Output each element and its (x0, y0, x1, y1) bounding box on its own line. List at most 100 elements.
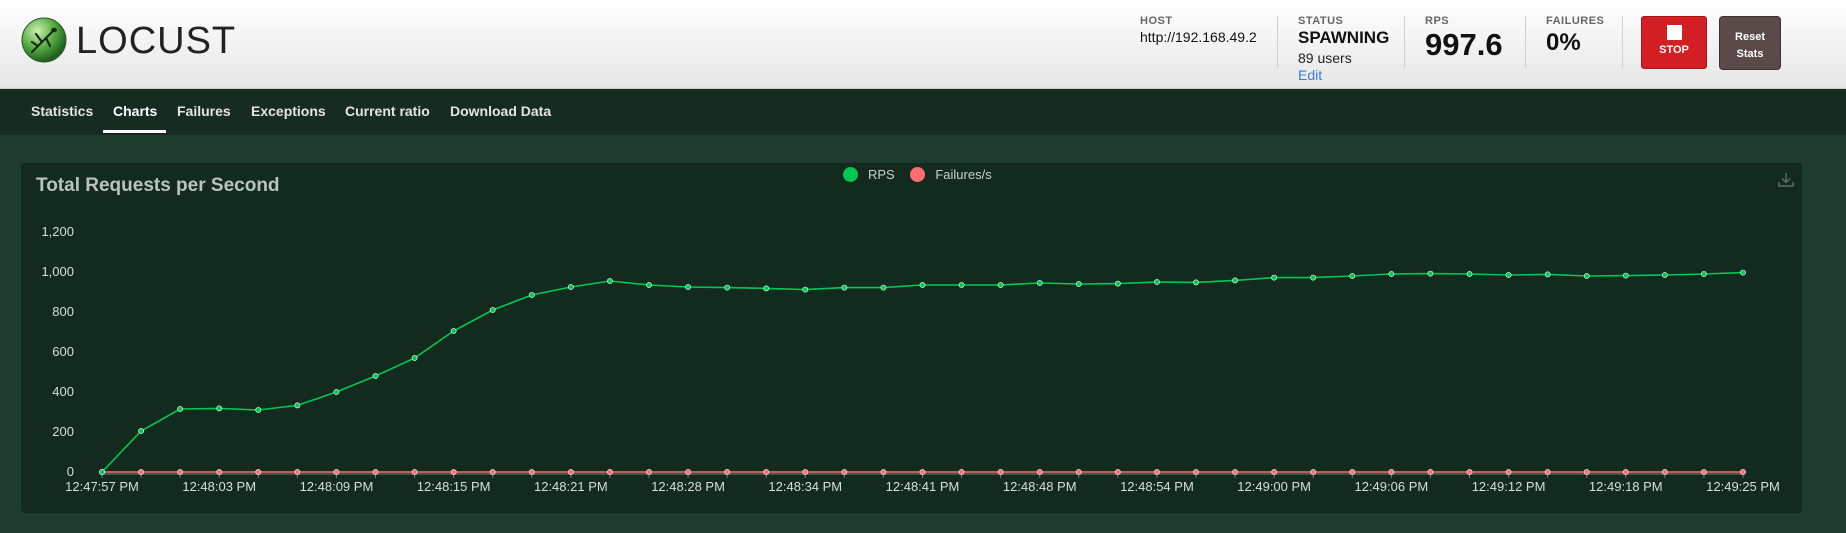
failures-data-point[interactable] (1036, 469, 1043, 475)
failures-data-point[interactable] (177, 469, 184, 475)
failures-data-point[interactable] (528, 469, 535, 475)
failures-data-point[interactable] (489, 469, 496, 475)
rps-data-point[interactable] (1232, 277, 1238, 284)
rps-data-point[interactable] (138, 428, 144, 434)
rps-data-point[interactable] (1310, 274, 1317, 281)
failures-data-point[interactable] (1193, 469, 1199, 475)
failures-data-point[interactable] (450, 469, 457, 475)
failures-data-point[interactable] (1427, 469, 1434, 475)
rps-data-point[interactable] (607, 278, 613, 284)
tab-charts[interactable]: Charts (113, 103, 157, 119)
x-tick-label: 12:48:34 PM (768, 479, 842, 494)
rps-data-point[interactable] (997, 282, 1004, 288)
failures-data-point[interactable] (1232, 469, 1238, 475)
edit-users-link[interactable]: Edit (1298, 67, 1389, 83)
failures-data-point[interactable] (1505, 469, 1512, 475)
rps-data-point[interactable] (1661, 272, 1668, 278)
rps-data-point[interactable] (255, 407, 262, 413)
failures-data-point[interactable] (255, 469, 262, 475)
rps-data-point[interactable] (450, 328, 457, 334)
failures-data-point[interactable] (1075, 469, 1082, 475)
rps-data-point[interactable] (724, 284, 731, 291)
failures-data-point[interactable] (372, 469, 379, 475)
rps-data-point[interactable] (1114, 280, 1121, 287)
rps-data-point[interactable] (1505, 272, 1512, 278)
rps-data-point[interactable] (763, 285, 770, 292)
failures-data-point[interactable] (1740, 469, 1746, 475)
host-value: http://192.168.49.2 (1140, 29, 1257, 45)
failures-data-point[interactable] (646, 469, 652, 475)
rps-data-point[interactable] (294, 402, 301, 409)
rps-data-point[interactable] (1075, 281, 1082, 287)
rps-data-point[interactable] (841, 284, 848, 291)
rps-data-point[interactable] (411, 355, 418, 361)
failures-data-point[interactable] (1583, 469, 1590, 475)
failures-data-point[interactable] (294, 469, 301, 475)
rps-data-point[interactable] (1271, 274, 1278, 281)
failures-data-point[interactable] (841, 469, 848, 475)
rps-data-point[interactable] (1466, 271, 1473, 277)
failures-data-point[interactable] (1388, 469, 1395, 475)
rps-data-point[interactable] (1154, 279, 1160, 285)
tab-statistics[interactable]: Statistics (31, 103, 93, 119)
x-tick-label: 12:49:18 PM (1589, 479, 1663, 494)
failures-data-point[interactable] (333, 469, 340, 475)
rps-data-point[interactable] (99, 469, 105, 475)
failures-data-point[interactable] (1466, 469, 1473, 475)
locust-logo-icon (21, 17, 67, 63)
rps-data-point[interactable] (880, 284, 887, 291)
failures-data-point[interactable] (411, 469, 418, 475)
rps-data-point[interactable] (1427, 270, 1434, 277)
rps-data-point[interactable] (802, 286, 809, 293)
rps-data-point[interactable] (567, 284, 574, 290)
reset-stats-button[interactable]: Reset Stats (1719, 16, 1781, 70)
failures-data-point[interactable] (763, 469, 770, 475)
failures-data-point[interactable] (1114, 469, 1121, 475)
rps-data-point[interactable] (919, 282, 926, 288)
tab-exceptions[interactable]: Exceptions (251, 103, 326, 119)
failures-data-point[interactable] (958, 469, 965, 475)
rps-data-point[interactable] (958, 282, 965, 288)
rps-data-point[interactable] (1740, 269, 1746, 276)
rps-data-point[interactable] (333, 389, 340, 395)
failures-data-point[interactable] (1271, 469, 1278, 475)
tab-download-data[interactable]: Download Data (450, 103, 551, 119)
stop-button[interactable]: STOP (1641, 16, 1707, 69)
tab-current-ratio[interactable]: Current ratio (345, 103, 430, 119)
rps-data-point[interactable] (372, 373, 379, 379)
rps-data-point[interactable] (1036, 280, 1043, 286)
failures-data-point[interactable] (685, 469, 691, 475)
rps-data-point[interactable] (685, 284, 691, 290)
failures-data-point[interactable] (919, 469, 926, 475)
failures-data-point[interactable] (216, 469, 223, 475)
rps-data-point[interactable] (177, 406, 184, 412)
failures-data-point[interactable] (567, 469, 574, 475)
failures-data-point[interactable] (1661, 469, 1668, 475)
failures-data-point[interactable] (880, 469, 887, 475)
failures-data-point[interactable] (1622, 469, 1629, 475)
failures-data-point[interactable] (138, 469, 144, 475)
failures-data-point[interactable] (724, 469, 731, 475)
rps-data-point[interactable] (646, 282, 652, 288)
failures-data-point[interactable] (1154, 469, 1160, 475)
failures-data-point[interactable] (1701, 469, 1707, 475)
failures-data-point[interactable] (997, 469, 1004, 475)
rps-data-point[interactable] (1622, 272, 1629, 279)
x-tick-label: 12:48:09 PM (300, 479, 374, 494)
rps-data-point[interactable] (1193, 279, 1199, 286)
tab-failures[interactable]: Failures (177, 103, 231, 119)
rps-data-point[interactable] (489, 307, 496, 313)
failures-data-point[interactable] (1349, 469, 1356, 475)
rps-data-point[interactable] (528, 292, 535, 298)
rps-data-point[interactable] (1701, 271, 1707, 277)
rps-data-point[interactable] (1544, 271, 1551, 278)
failures-data-point[interactable] (1310, 469, 1317, 475)
failures-data-point[interactable] (1544, 469, 1551, 475)
rps-data-point[interactable] (1583, 273, 1590, 279)
rps-data-point[interactable] (1388, 271, 1395, 277)
rps-data-point[interactable] (216, 405, 223, 412)
rps-data-point[interactable] (1349, 273, 1356, 279)
failures-data-point[interactable] (802, 469, 809, 475)
x-tick-label: 12:49:12 PM (1472, 479, 1546, 494)
failures-data-point[interactable] (607, 469, 613, 475)
